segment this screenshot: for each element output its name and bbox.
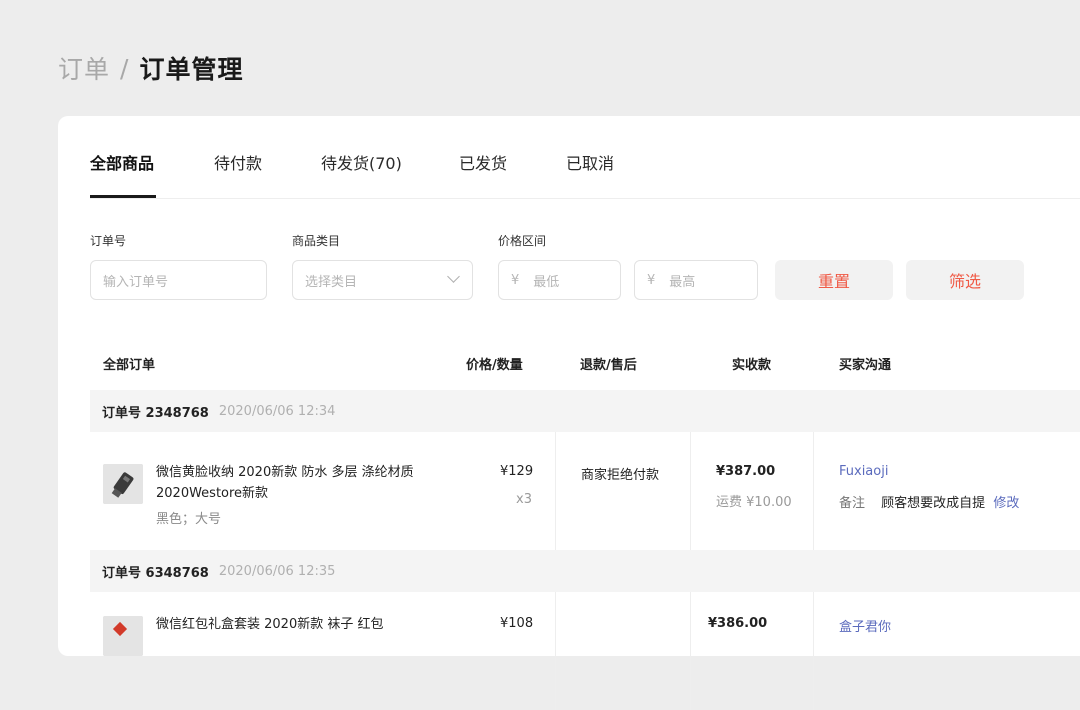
active-tab-indicator: [90, 195, 156, 198]
reset-button[interactable]: 重置: [775, 260, 893, 300]
column-header-buyer: 买家沟通: [839, 358, 892, 373]
table-row: 微信黄脸收纳 2020新款 防水 多层 涤纶材质 2020Westore新款 黑…: [90, 432, 1080, 550]
page-title: 订单管理: [139, 55, 244, 84]
category-placeholder: 选择类目: [305, 274, 358, 290]
order-id: 订单号 2348768: [102, 405, 209, 421]
price-max-input[interactable]: ¥ 最高: [634, 260, 758, 300]
tab-shipped[interactable]: 已发货: [459, 150, 507, 174]
column-divider: [555, 592, 556, 710]
filter-button[interactable]: 筛选: [906, 260, 1024, 300]
column-divider: [690, 432, 691, 550]
yen-icon: ¥: [511, 272, 520, 288]
order-no-input[interactable]: 输入订单号: [90, 260, 267, 300]
buyer-name-link[interactable]: Fuxiaoji: [839, 464, 888, 479]
chevron-down-icon: [447, 270, 460, 283]
breadcrumb: 订单 / 订单管理: [58, 50, 243, 86]
tab-pending-shipment[interactable]: 待发货(70): [321, 150, 402, 174]
price-max-placeholder: 最高: [669, 274, 696, 290]
column-divider: [555, 432, 556, 550]
order-id: 订单号 6348768: [102, 565, 209, 581]
table-row: 微信红包礼盒套装 2020新款 袜子 红包 ¥108 ¥386.00 盒子君你: [90, 592, 1080, 710]
order-no-label: 订单号: [90, 234, 127, 248]
note-text: 顾客想要改成自提: [881, 496, 986, 511]
column-divider: [690, 592, 691, 710]
column-header-orders: 全部订单: [103, 358, 156, 373]
note-label: 备注: [839, 496, 866, 511]
breadcrumb-separator: /: [120, 53, 130, 83]
refund-status: 商家拒绝付款: [581, 468, 660, 483]
price-min-placeholder: 最低: [533, 274, 560, 290]
price-range-label: 价格区间: [498, 234, 547, 248]
product-thumbnail[interactable]: [103, 464, 143, 504]
yen-icon: ¥: [647, 272, 656, 288]
tab-bar: 全部商品 待付款 待发货(70) 已发货 已取消: [90, 116, 1080, 199]
column-divider: [813, 592, 814, 710]
buyer-note: 备注 顾客想要改成自提 修改: [839, 492, 1019, 511]
edit-note-link[interactable]: 修改: [993, 496, 1019, 511]
buyer-name-link[interactable]: 盒子君你: [839, 616, 891, 635]
product-image-icon: [103, 464, 143, 504]
column-divider: [813, 432, 814, 550]
product-spec: 黑色；大号: [156, 512, 222, 527]
order-date: 2020/06/06 12:35: [218, 563, 336, 579]
amount-received: ¥387.00: [716, 464, 776, 479]
column-header-received: 实收款: [732, 358, 772, 373]
tab-pending-payment[interactable]: 待付款: [214, 150, 262, 174]
shipping-fee: 运费 ¥10.00: [716, 495, 792, 510]
unit-price: ¥129: [500, 464, 534, 479]
product-thumbnail[interactable]: [103, 616, 143, 656]
order-header: 订单号 2348768 2020/06/06 12:34: [90, 390, 1080, 432]
column-header-refund: 退款/售后: [580, 358, 637, 373]
tab-cancelled[interactable]: 已取消: [566, 150, 614, 174]
tab-all-products[interactable]: 全部商品: [90, 150, 154, 174]
product-name[interactable]: 微信红包礼盒套装 2020新款 袜子 红包: [156, 614, 456, 635]
order-header: 订单号 6348768 2020/06/06 12:35: [90, 550, 1080, 592]
quantity: x3: [516, 492, 532, 507]
price-min-input[interactable]: ¥ 最低: [498, 260, 621, 300]
orders-card: 全部商品 待付款 待发货(70) 已发货 已取消 订单号 商品类目 价格区间 输…: [58, 116, 1080, 710]
breadcrumb-parent[interactable]: 订单: [58, 50, 110, 86]
order-date: 2020/06/06 12:34: [218, 403, 336, 419]
product-image-icon: [103, 616, 143, 656]
order-no-placeholder: 输入订单号: [103, 274, 169, 290]
category-select[interactable]: 选择类目: [292, 260, 473, 300]
category-label: 商品类目: [292, 234, 341, 248]
column-header-price-qty: 价格/数量: [466, 358, 523, 373]
product-name[interactable]: 微信黄脸收纳 2020新款 防水 多层 涤纶材质 2020Westore新款: [156, 462, 456, 504]
